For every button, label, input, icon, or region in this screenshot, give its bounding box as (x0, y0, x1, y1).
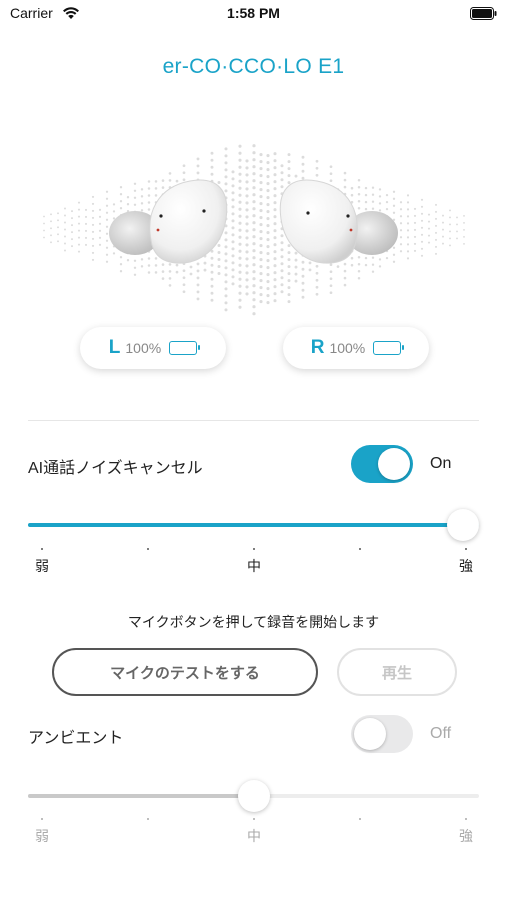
slider-fill (28, 523, 479, 527)
battery-level-icon (373, 341, 405, 355)
scale-tick (359, 818, 361, 820)
scale-tick (253, 548, 255, 550)
battery-icon (470, 7, 497, 20)
slider-thumb[interactable] (447, 509, 479, 541)
play-button[interactable]: 再生 (337, 648, 457, 696)
left-battery-percent: 100% (125, 340, 162, 356)
toggle-knob (354, 718, 386, 750)
mic-instruction: マイクボタンを押して録音を開始します (127, 614, 380, 630)
scale-tick (465, 548, 467, 550)
noise-cancel-scale: 弱 中 強 (28, 548, 479, 588)
ambient-scale: 弱 中 強 (28, 818, 479, 858)
scale-tick (465, 818, 467, 820)
toggle-knob (378, 448, 410, 480)
battery-level-icon (169, 341, 201, 355)
scale-label-strong: 強 (459, 559, 473, 575)
scale-tick (147, 818, 149, 820)
scale-label-strong: 強 (459, 829, 473, 845)
ambient-slider[interactable] (28, 776, 479, 816)
scale-tick (253, 818, 255, 820)
scale-label-mid: 中 (247, 829, 261, 845)
slider-thumb[interactable] (237, 780, 270, 812)
ambient-state: Off (430, 725, 452, 742)
left-battery-indicator: L 100% (80, 327, 226, 369)
mic-test-button[interactable]: マイクのテストをする (52, 648, 318, 696)
scale-tick (147, 548, 149, 550)
status-time: 1:58 PM (227, 5, 280, 21)
right-earbud-icon (279, 179, 398, 264)
scale-tick (359, 548, 361, 550)
left-side-label: L (108, 337, 121, 358)
divider (28, 420, 479, 421)
scale-tick (41, 548, 43, 550)
slider-fill (28, 794, 254, 798)
right-battery-indicator: R 100% (283, 327, 429, 369)
scale-tick (41, 818, 43, 820)
device-title: er-CO·CCO·LO E1 (162, 55, 345, 78)
ambient-toggle[interactable] (351, 715, 413, 753)
noise-cancel-state: On (430, 455, 452, 472)
earbuds-illustration (43, 144, 465, 316)
noise-cancel-label: AI通話ノイズキャンセル (28, 460, 203, 477)
scale-label-mid: 中 (247, 559, 261, 575)
right-battery-percent: 100% (329, 340, 366, 356)
scale-label-weak: 弱 (35, 829, 49, 845)
left-earbud-icon (109, 179, 228, 264)
noise-cancel-slider[interactable] (28, 505, 479, 545)
scale-label-weak: 弱 (35, 559, 49, 575)
ambient-label: アンビエント (28, 730, 124, 747)
right-side-label: R (310, 337, 325, 358)
noise-cancel-toggle[interactable] (351, 445, 413, 483)
status-bar: Carrier 1:58 PM (0, 0, 507, 30)
